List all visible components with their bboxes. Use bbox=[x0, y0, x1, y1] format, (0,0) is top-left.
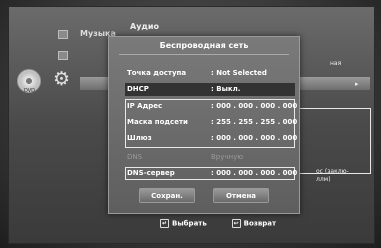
arrow-right-icon: ▸ bbox=[355, 80, 359, 88]
return-hint: Возврат bbox=[243, 219, 277, 228]
disc-label: DVD bbox=[24, 88, 36, 94]
row-subnet-mask[interactable]: Маска подсети : 255 . 255 . 255 . 000 bbox=[125, 116, 298, 129]
access-point-label: Точка доступа bbox=[127, 69, 187, 77]
tv-screen: Аудио Музыка ▸ ная ос (заклю- ллм) DVD ⚙… bbox=[0, 0, 381, 248]
music-icon bbox=[58, 30, 68, 39]
row-dns[interactable]: DNS Вручную bbox=[125, 151, 295, 164]
dns-label: DNS bbox=[127, 153, 143, 161]
bg-text-1: ная bbox=[330, 60, 342, 67]
dns-server-value: : 000 . 000 . 000 . 000 bbox=[211, 169, 298, 177]
title-divider bbox=[119, 54, 289, 55]
subnet-mask-value: : 255 . 255 . 255 . 000 bbox=[211, 118, 298, 126]
ip-address-value: : 000 . 000 . 000 . 000 bbox=[211, 102, 298, 110]
cancel-button[interactable]: Отмена bbox=[213, 188, 269, 203]
dialog-title: Беспроводная сеть bbox=[159, 41, 249, 50]
return-key-icon: ↩ bbox=[231, 219, 241, 228]
row-gateway[interactable]: Шлюз : 000 . 000 . 000 . 000 bbox=[125, 132, 298, 145]
dhcp-label: DHCP bbox=[127, 85, 149, 93]
bg-text-3: ллм) bbox=[316, 176, 331, 183]
connector-line-vertical bbox=[370, 108, 371, 174]
subnet-mask-label: Маска подсети bbox=[127, 118, 188, 126]
access-point-value: : Not Selected bbox=[211, 69, 267, 77]
row-dns-server[interactable]: DNS-сервер : 000 . 000 . 000 . 000 bbox=[125, 167, 298, 180]
category-title: Аудио bbox=[130, 22, 159, 31]
gear-icon[interactable]: ⚙ bbox=[51, 69, 72, 90]
dns-value: Вручную bbox=[211, 153, 244, 161]
row-dhcp[interactable]: DHCP : Выкл. bbox=[125, 83, 295, 96]
row-ip-address[interactable]: IP Адрес : 000 . 000 . 000 . 000 bbox=[125, 100, 298, 113]
dns-server-label: DNS-сервер bbox=[127, 169, 175, 177]
enter-key-icon: ↵ bbox=[160, 219, 169, 228]
connector-line-top bbox=[300, 108, 370, 109]
gateway-label: Шлюз bbox=[127, 134, 152, 142]
save-button[interactable]: Сохран. bbox=[139, 188, 195, 203]
select-hint: Выбрать bbox=[172, 219, 207, 228]
wireless-network-dialog: Беспроводная сеть Точка доступа : Not Se… bbox=[108, 36, 300, 214]
photo-icon bbox=[58, 51, 68, 60]
connector-line-bottom bbox=[300, 173, 370, 174]
gateway-value: : 000 . 000 . 000 . 000 bbox=[211, 134, 298, 142]
dhcp-value: : Выкл. bbox=[211, 85, 241, 93]
footer-hints: ↵ Выбрать ↩ Возврат bbox=[160, 219, 276, 228]
ip-address-label: IP Адрес bbox=[127, 102, 163, 110]
row-access-point[interactable]: Точка доступа : Not Selected bbox=[125, 67, 295, 80]
